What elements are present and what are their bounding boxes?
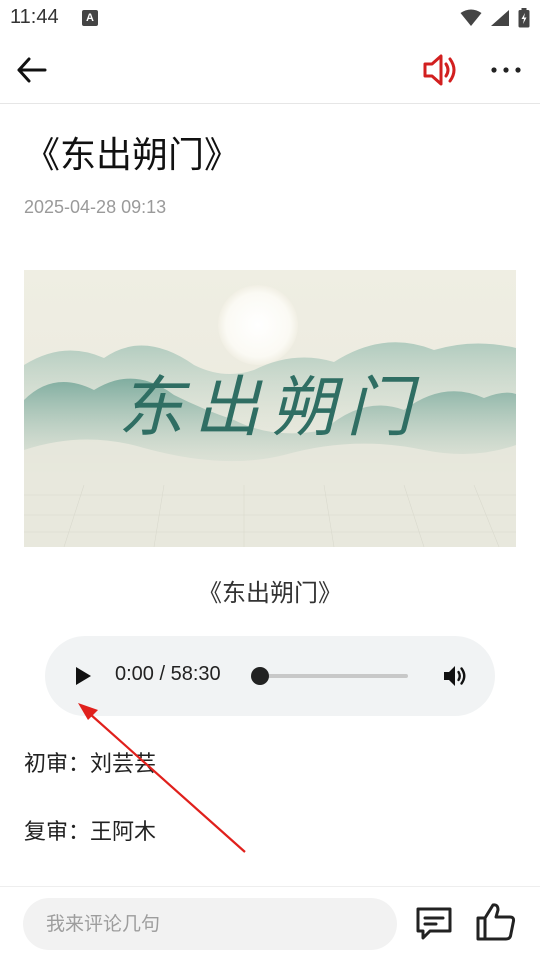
battery-icon — [518, 8, 530, 28]
notification-icon: A — [82, 10, 98, 26]
status-time: 11:44 — [10, 6, 59, 28]
progress-slider[interactable] — [251, 667, 408, 685]
status-bar: 11:44 A — [0, 0, 540, 36]
audio-player: 0:00 / 58:30 — [45, 636, 495, 716]
more-dots-icon — [491, 67, 521, 73]
cover-image: 东出朔门 — [24, 270, 516, 547]
read-aloud-button[interactable] — [420, 52, 460, 88]
credit-first-review: 初审：刘芸芸 — [24, 752, 157, 777]
back-button[interactable] — [14, 54, 50, 86]
credit-second-review: 复审：王阿木 — [24, 820, 157, 845]
like-button[interactable] — [474, 901, 518, 943]
volume-icon — [444, 666, 466, 686]
comment-button[interactable] — [414, 903, 454, 943]
arrow-left-icon — [17, 57, 47, 83]
play-icon — [76, 667, 91, 685]
bottom-bar — [0, 886, 540, 960]
speaker-icon — [423, 54, 456, 86]
play-button[interactable] — [71, 664, 95, 688]
comment-icon — [416, 907, 452, 940]
signal-icon — [491, 10, 509, 26]
cover-title-art: 东出朔门 — [118, 369, 422, 446]
playback-time: 0:00 / 58:30 — [115, 663, 221, 685]
comment-input[interactable] — [23, 898, 397, 950]
volume-button[interactable] — [441, 662, 469, 690]
thumbs-up-icon — [476, 903, 516, 941]
image-caption: 《东出朔门》 — [198, 579, 342, 607]
article-title: 《东出朔门》 — [24, 135, 241, 176]
wifi-icon — [460, 9, 482, 26]
more-button[interactable] — [486, 52, 526, 88]
status-icons — [460, 7, 530, 29]
top-bar — [0, 36, 540, 104]
article-date: 2025-04-28 09:13 — [24, 197, 167, 217]
progress-thumb[interactable] — [251, 667, 269, 685]
